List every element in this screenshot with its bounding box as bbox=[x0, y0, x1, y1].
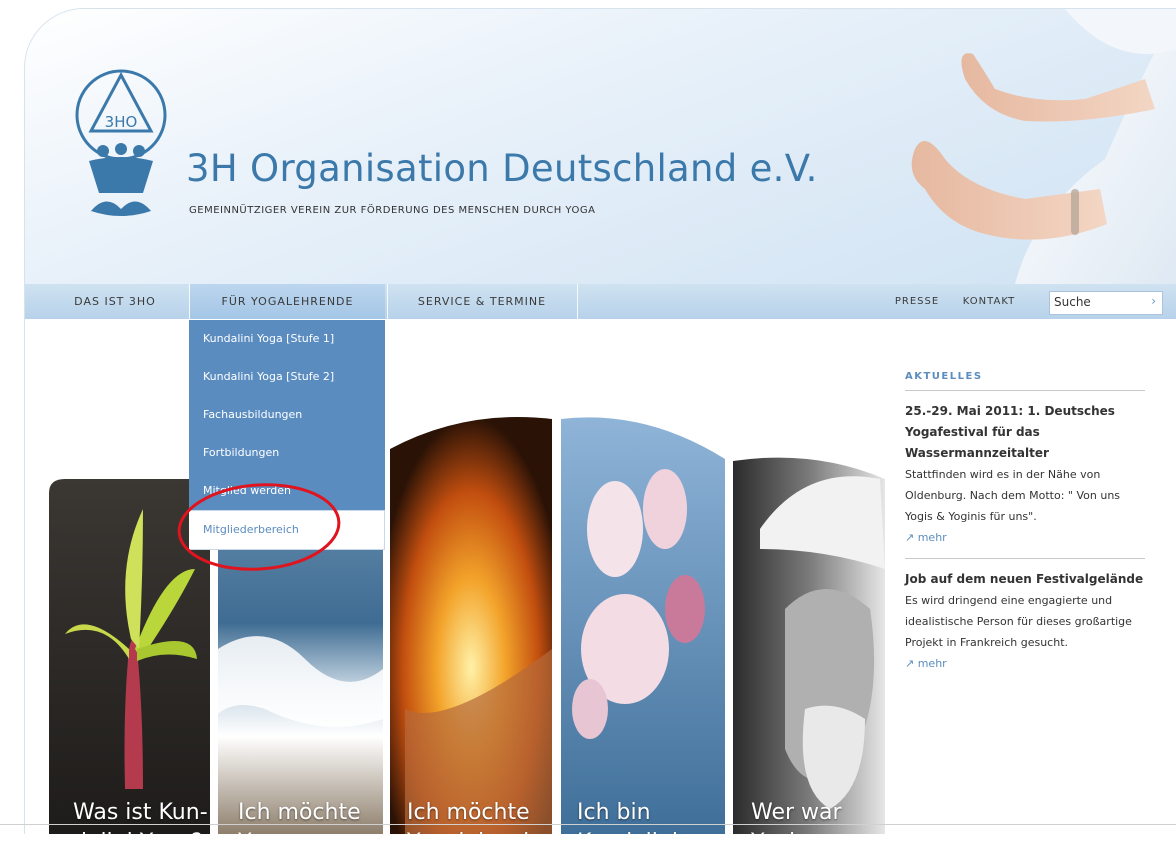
nav-item-das-ist-3ho[interactable]: DAS IST 3HO bbox=[55, 284, 175, 319]
menu-item-kundalini-yoga-stufe-1[interactable]: Kundalini Yoga [Stufe 1] bbox=[189, 320, 385, 358]
news-item: Job auf dem neuen Festivalgelände Es wir… bbox=[905, 558, 1145, 684]
tile-image-sea[interactable] bbox=[218, 509, 383, 834]
news-sidebar: AKTUELLES 25.-29. Mai 2011: 1. Deutsches… bbox=[905, 371, 1145, 684]
news-body: Stattfinden wird es in der Nähe von Olde… bbox=[905, 468, 1121, 523]
bottom-divider bbox=[0, 824, 1176, 825]
arrow-ne-icon: ↗ bbox=[905, 531, 918, 544]
nav-divider bbox=[577, 284, 578, 319]
tile-image-yogi-portrait[interactable] bbox=[733, 457, 885, 834]
tile-label-ich-moechte-yogalehrerin[interactable]: Ich möchte Yogalehrerin bbox=[407, 798, 543, 834]
menu-item-mitglied-werden[interactable]: Mitglied werden bbox=[189, 472, 385, 510]
nav-item-presse[interactable]: PRESSE bbox=[891, 284, 943, 319]
site-subtitle: GEMEINNÜTZIGER VEREIN ZUR FÖRDERUNG DES … bbox=[189, 205, 596, 216]
dropdown-menu-fuer-yogalehrende: Kundalini Yoga [Stufe 1] Kundalini Yoga … bbox=[189, 320, 385, 550]
site-header: 3HO 3H Organisation Deutschland e.V. GEM… bbox=[25, 9, 1176, 284]
tile-image-fire[interactable] bbox=[390, 417, 552, 834]
news-title[interactable]: 25.-29. Mai 2011: 1. Deutsches Yogafesti… bbox=[905, 401, 1145, 464]
tile-image-sprout[interactable] bbox=[49, 479, 210, 834]
arrow-ne-icon: ↗ bbox=[905, 657, 918, 670]
more-link-label[interactable]: mehr bbox=[918, 657, 947, 670]
tile-label-was-ist-kundalini-yoga[interactable]: Was ist Kun- dalini Yoga? bbox=[73, 798, 208, 834]
tile-image-magnolia[interactable] bbox=[561, 417, 725, 834]
main-navigation: DAS IST 3HO FÜR YOGALEHRENDE SERVICE & T… bbox=[25, 284, 1176, 319]
news-heading: AKTUELLES bbox=[905, 371, 1145, 391]
menu-item-fachausbildungen[interactable]: Fachausbildungen bbox=[189, 396, 385, 434]
logo-text: 3HO bbox=[105, 113, 138, 131]
more-link-label[interactable]: mehr bbox=[918, 531, 947, 544]
search-input[interactable] bbox=[1054, 293, 1134, 311]
news-item: 25.-29. Mai 2011: 1. Deutsches Yogafesti… bbox=[905, 391, 1145, 558]
nav-item-kontakt[interactable]: KONTAKT bbox=[955, 284, 1023, 319]
nav-divider bbox=[387, 284, 388, 319]
nav-item-fuer-yogalehrende[interactable]: FÜR YOGALEHRENDE bbox=[190, 284, 385, 319]
search-box: › bbox=[1049, 291, 1163, 315]
tile-label-ich-bin-kundalini[interactable]: Ich bin Kundalini bbox=[577, 798, 678, 834]
meditation-hands-image bbox=[911, 9, 1176, 284]
news-title[interactable]: Job auf dem neuen Festivalgelände bbox=[905, 569, 1145, 590]
chevron-right-icon[interactable]: › bbox=[1151, 294, 1156, 308]
menu-item-mitgliederbereich[interactable]: Mitgliederbereich bbox=[189, 510, 385, 550]
more-link[interactable]: ↗ mehr bbox=[905, 653, 1145, 674]
news-body: Es wird dringend eine engagierte und ide… bbox=[905, 594, 1132, 649]
tile-label-wer-war-yogi[interactable]: Wer war Yogi bbox=[751, 798, 842, 834]
more-link[interactable]: ↗ mehr bbox=[905, 527, 1145, 548]
menu-item-fortbildungen[interactable]: Fortbildungen bbox=[189, 434, 385, 472]
page-frame: 3HO 3H Organisation Deutschland e.V. GEM… bbox=[24, 8, 1176, 834]
site-logo[interactable]: 3HO bbox=[71, 53, 171, 223]
nav-item-service-termine[interactable]: SERVICE & TERMINE bbox=[389, 284, 575, 319]
tile-label-ich-moechte-yoga[interactable]: Ich möchte Yoga bbox=[238, 798, 361, 834]
site-title: 3H Organisation Deutschland e.V. bbox=[186, 147, 818, 190]
menu-item-kundalini-yoga-stufe-2[interactable]: Kundalini Yoga [Stufe 2] bbox=[189, 358, 385, 396]
